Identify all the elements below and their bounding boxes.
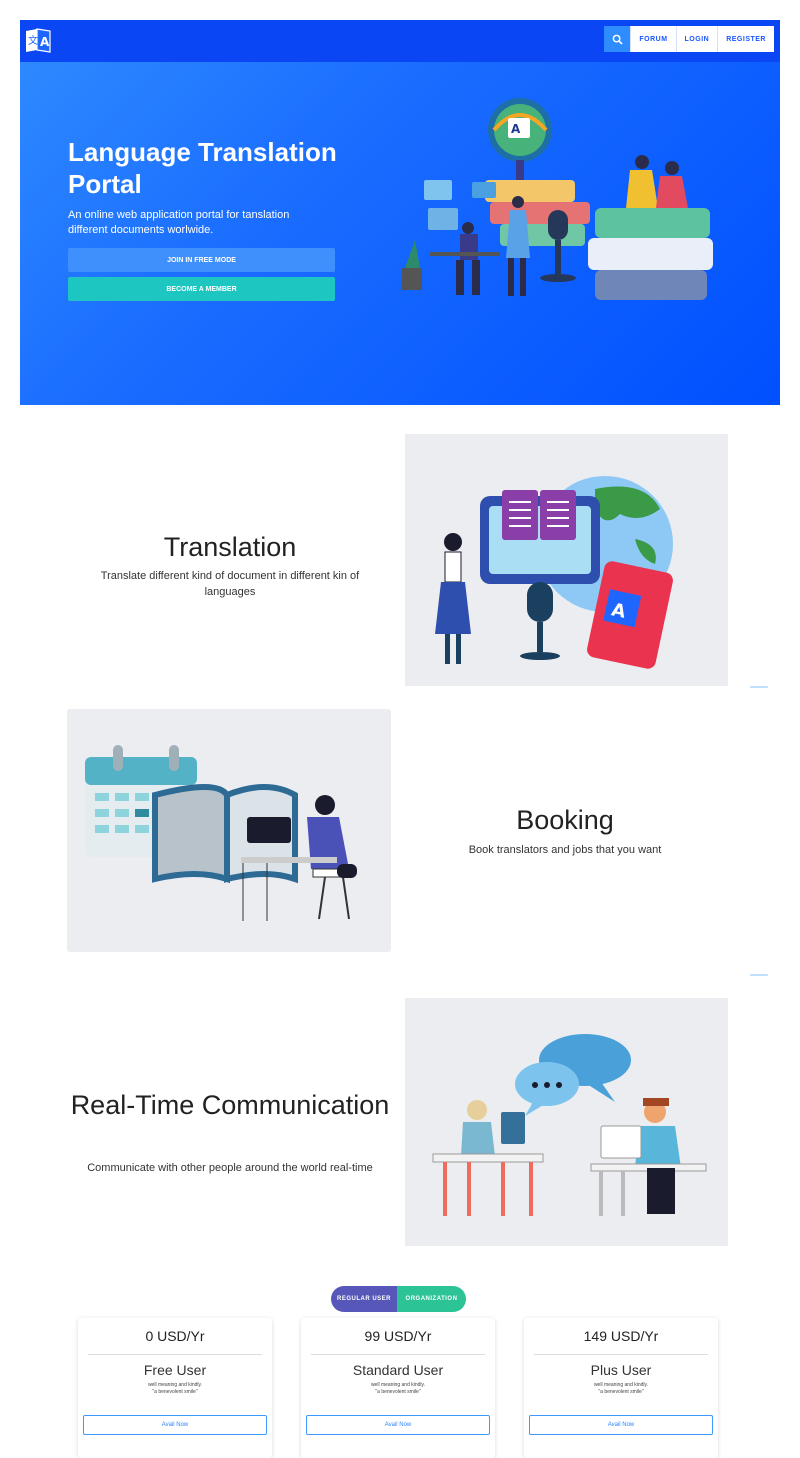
avail-now-button[interactable]: Avail Now <box>306 1415 490 1435</box>
translation-illustration: A <box>405 434 728 686</box>
nav-forum[interactable]: FORUM <box>630 26 676 52</box>
divider-mark <box>750 686 768 688</box>
plan-desc-line: well meaning and kindly. <box>370 1382 426 1388</box>
avail-now-button[interactable]: Avail Now <box>83 1415 267 1435</box>
pricing-card-standard: 99 USD/Yr Standard User well meaning and… <box>301 1318 495 1458</box>
svg-text:A: A <box>511 122 521 136</box>
plan-price: 0 USD/Yr <box>145 1328 205 1344</box>
hero-subtitle: An online web application portal for tan… <box>68 209 290 236</box>
user-type-toggle: REGULAR USER ORGANIZATION <box>331 1286 466 1312</box>
plan-name: Standard User <box>352 1362 444 1378</box>
plan-desc: well meaning and kindly. "a benevolent s… <box>301 1382 495 1396</box>
nav-group: FORUM LOGIN REGISTER <box>604 26 774 52</box>
join-free-button[interactable]: JOIN IN FREE MODE <box>68 248 335 272</box>
plan-name: Plus User <box>590 1362 652 1378</box>
plan-desc-line: "a benevolent smile" <box>152 1389 198 1395</box>
nav-login[interactable]: LOGIN <box>675 26 718 52</box>
plan-desc: well meaning and kindly. "a benevolent s… <box>524 1382 718 1396</box>
booking-desc: Book translators and jobs that you want <box>468 844 662 856</box>
search-icon <box>612 34 623 45</box>
toggle-regular-user[interactable]: REGULAR USER <box>331 1286 397 1312</box>
plan-desc-line: "a benevolent smile" <box>375 1389 421 1395</box>
pricing-card-free: 0 USD/Yr Free User well meaning and kind… <box>78 1318 272 1458</box>
plan-desc: well meaning and kindly. "a benevolent s… <box>78 1382 272 1396</box>
plan-price: 99 USD/Yr <box>364 1328 432 1344</box>
hero-title: Language Translation Portal <box>68 137 337 199</box>
divider <box>534 1354 708 1355</box>
translation-desc: Translate different kind of document in … <box>100 570 360 598</box>
booking-illustration <box>67 709 391 952</box>
search-button[interactable] <box>604 26 631 52</box>
hero-illustration: A <box>402 98 713 300</box>
plan-desc-line: well meaning and kindly. <box>593 1382 649 1388</box>
plan-price: 149 USD/Yr <box>583 1328 659 1344</box>
toggle-organization[interactable]: ORGANIZATION <box>397 1286 466 1312</box>
divider <box>311 1354 485 1355</box>
divider-mark <box>750 974 768 976</box>
plan-name: Free User <box>143 1362 207 1378</box>
svg-text:文: 文 <box>28 34 38 47</box>
hero-section: 文 A FORUM LOGIN REGISTER Language Transl… <box>20 20 780 405</box>
svg-text:A: A <box>40 35 50 49</box>
plan-desc-line: "a benevolent smile" <box>598 1389 644 1395</box>
translate-logo-icon[interactable]: 文 A <box>24 26 52 54</box>
nav-register[interactable]: REGISTER <box>717 26 774 52</box>
divider <box>88 1354 262 1355</box>
navbar: 文 A FORUM LOGIN REGISTER <box>20 20 780 62</box>
realtime-illustration <box>405 998 728 1246</box>
plan-desc-line: well meaning and kindly. <box>147 1382 203 1388</box>
avail-now-button[interactable]: Avail Now <box>529 1415 713 1435</box>
pricing-card-plus: 149 USD/Yr Plus User well meaning and ki… <box>524 1318 718 1458</box>
realtime-desc: Communicate with other people around the… <box>87 1162 373 1174</box>
translation-title: Translation <box>163 532 297 562</box>
become-member-button[interactable]: BECOME A MEMBER <box>68 277 335 301</box>
realtime-title: Real-Time Communication <box>70 1090 390 1120</box>
booking-title: Booking <box>516 805 614 835</box>
